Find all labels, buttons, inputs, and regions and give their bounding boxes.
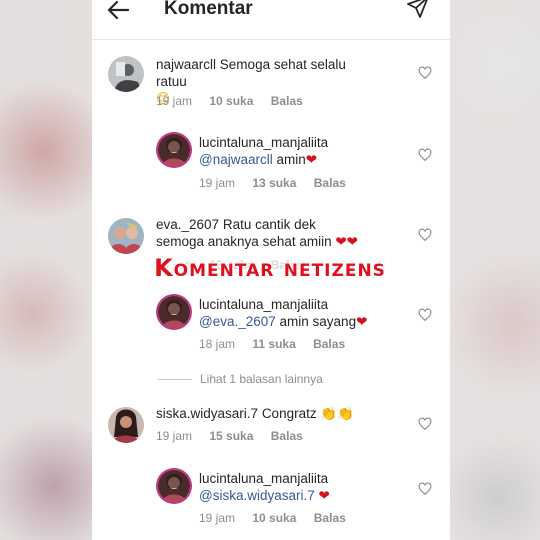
reply-button[interactable]: Balas <box>271 429 303 443</box>
comment-time: 19 jam <box>156 429 193 443</box>
reply-text: lucintaluna_manjaliita @najwaarcll amin❤ <box>199 134 409 169</box>
comment-meta: 19 jam 10 suka Balas <box>156 94 317 108</box>
comment-meta: 18 jam 11 suka Balas <box>199 337 359 351</box>
view-more-replies[interactable]: Lihat 1 balasan lainnya <box>158 372 323 386</box>
divider-line <box>158 379 192 381</box>
arrow-left-icon <box>107 0 130 20</box>
back-button[interactable] <box>106 0 132 23</box>
reply-button[interactable]: Balas <box>314 511 346 525</box>
comment-likes[interactable]: 10 suka <box>252 511 296 525</box>
comment-username[interactable]: lucintaluna_manjaliita <box>199 135 328 150</box>
heart-emoji: ❤ <box>305 152 318 168</box>
comment-username[interactable]: siska.widyasari.7 <box>156 406 258 421</box>
avatar[interactable] <box>108 218 144 254</box>
comment-likes[interactable]: 11 suka <box>252 337 295 351</box>
heart-emoji: ❤ <box>318 488 330 504</box>
comment-text: eva._2607 Ratu cantik dek semoga anaknya… <box>156 216 366 251</box>
comment-meta: 19 jam 15 suka Balas <box>156 429 317 443</box>
heart-emoji: ❤ <box>356 314 368 330</box>
comment-time: 19 jam <box>199 511 236 525</box>
like-button[interactable] <box>418 308 432 322</box>
like-button[interactable] <box>418 228 432 242</box>
comment-time: 18 jam <box>199 337 236 351</box>
comment-likes[interactable]: 10 suka <box>209 94 253 108</box>
avatar[interactable] <box>158 470 190 502</box>
comment-meta: 19 jam 10 suka Balas <box>199 511 360 525</box>
reply-button[interactable]: Balas <box>313 337 345 351</box>
page-title: Komentar <box>164 0 253 19</box>
heart-outline-icon <box>418 228 432 242</box>
comment-username[interactable]: najwaarcll <box>156 57 216 72</box>
clapping-emoji: 👏👏 <box>320 406 354 422</box>
comment-meta: 19 jam 13 suka Balas <box>199 176 360 190</box>
avatar[interactable] <box>108 56 144 92</box>
comment-body: amin <box>276 152 306 167</box>
send-icon <box>407 0 428 18</box>
heart-outline-icon <box>418 308 432 322</box>
share-button[interactable] <box>406 0 430 19</box>
reply-text: lucintaluna_manjaliita @siska.widyasari.… <box>199 470 409 505</box>
top-bar: Komentar <box>92 0 450 40</box>
mention-link[interactable]: @siska.widyasari.7 <box>199 488 315 503</box>
like-button[interactable] <box>418 148 432 162</box>
mention-link[interactable]: @najwaarcll <box>199 152 273 167</box>
comment-username[interactable]: lucintaluna_manjaliita <box>199 297 328 312</box>
reply-text: lucintaluna_manjaliita @eva._2607 amin s… <box>199 296 409 331</box>
comment-time: 19 jam <box>199 176 236 190</box>
comment-username[interactable]: lucintaluna_manjaliita <box>199 471 328 486</box>
avatar[interactable] <box>108 407 144 443</box>
avatar[interactable] <box>158 134 190 166</box>
comment-username[interactable]: eva._2607 <box>156 217 219 232</box>
heart-outline-icon <box>418 417 432 431</box>
avatar[interactable] <box>158 296 190 328</box>
like-button[interactable] <box>418 482 432 496</box>
comment-text: siska.widyasari.7 Congratz 👏👏 <box>156 405 366 423</box>
view-more-replies-label: Lihat 1 balasan lainnya <box>200 372 323 386</box>
heart-emoji: ❤❤ <box>335 234 358 250</box>
comment-body: amin sayang <box>279 314 357 329</box>
reply-button[interactable]: Balas <box>314 176 346 190</box>
reply-button[interactable]: Balas <box>271 94 303 108</box>
like-button[interactable] <box>418 417 432 431</box>
heart-outline-icon <box>418 482 432 496</box>
heart-outline-icon <box>418 148 432 162</box>
comment-body: Congratz <box>261 406 317 421</box>
comment-time: 19 jam <box>156 94 193 108</box>
comment-likes[interactable]: 15 suka <box>209 429 253 443</box>
comment-likes[interactable]: 13 suka <box>252 176 296 190</box>
overlay-caption: Komentar netizens <box>154 254 386 282</box>
like-button[interactable] <box>418 66 432 80</box>
mention-link[interactable]: @eva._2607 <box>199 314 276 329</box>
heart-outline-icon <box>418 66 432 80</box>
